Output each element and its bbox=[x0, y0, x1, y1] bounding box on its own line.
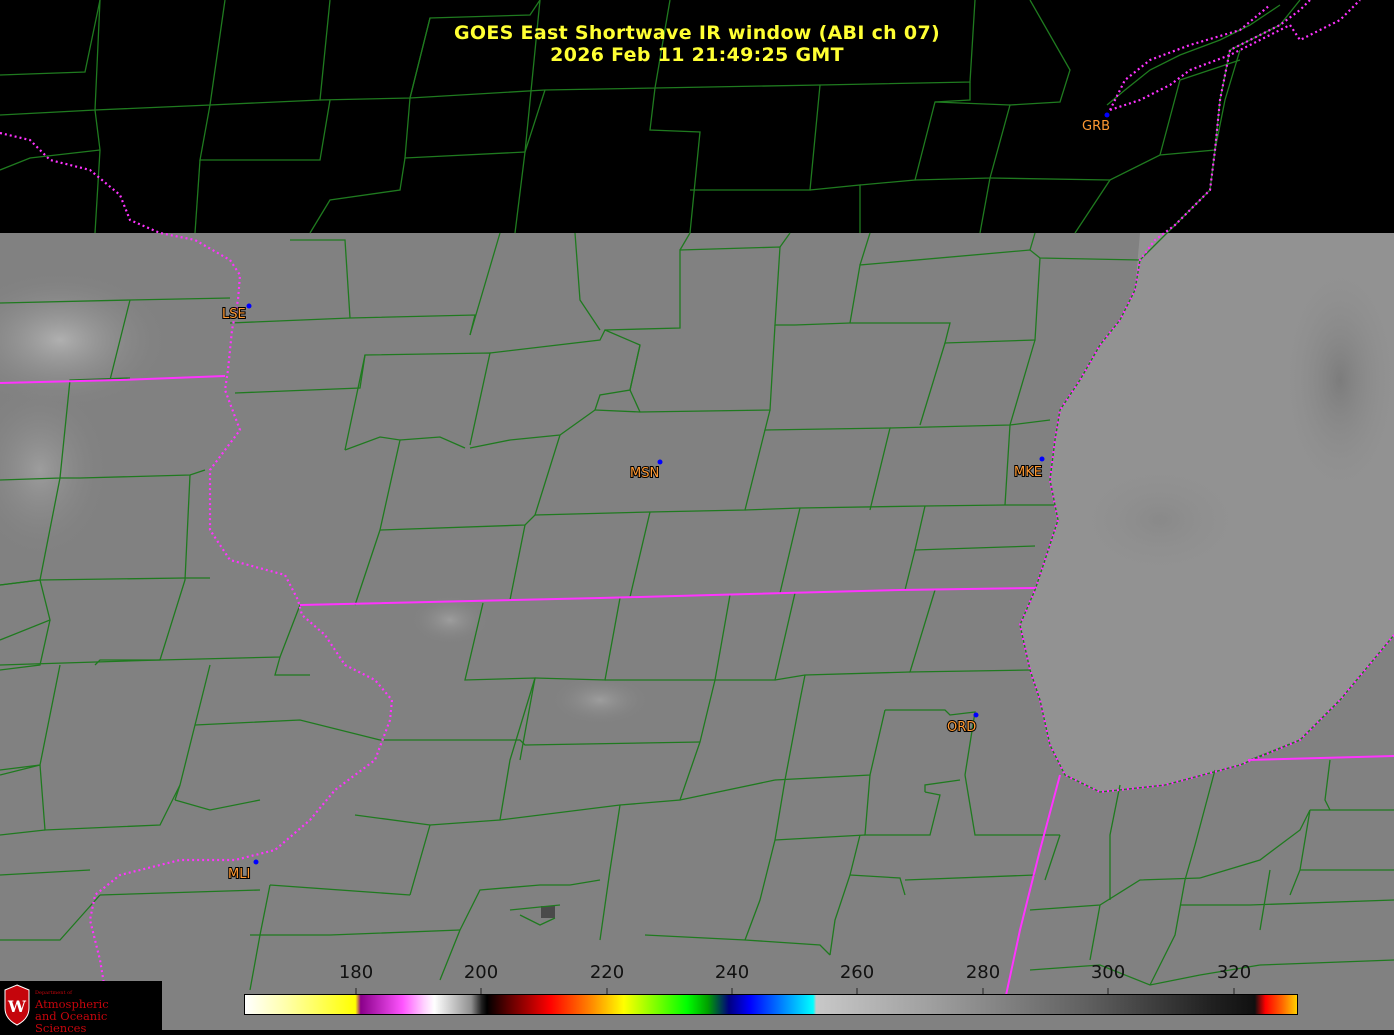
station-dot bbox=[1039, 456, 1045, 462]
station-label: GRB bbox=[1082, 119, 1110, 134]
satellite-map: GRB LSE MSN MKE ORD MLI bbox=[0, 0, 1394, 1030]
colorbar-tick-label: 300 bbox=[1090, 962, 1126, 983]
aos-logo: W Department of Atmospheric and Oceanic … bbox=[0, 981, 162, 1034]
station-label: ORD bbox=[947, 720, 976, 735]
ir-imagery bbox=[0, 233, 1394, 1030]
colorbar-tick-label: 260 bbox=[839, 962, 875, 983]
crest-letter: W bbox=[7, 997, 27, 1016]
colorbar-tick-label: 220 bbox=[589, 962, 625, 983]
colorbar-tick-label: 200 bbox=[463, 962, 499, 983]
station-dot bbox=[973, 712, 979, 718]
station-label: MKE bbox=[1014, 465, 1042, 480]
colorbar-tick-label: 280 bbox=[965, 962, 1001, 983]
station-dot bbox=[657, 459, 663, 465]
colorbar-tick-label: 240 bbox=[714, 962, 750, 983]
colorbar-tick-label: 180 bbox=[338, 962, 374, 983]
temperature-colorbar bbox=[244, 994, 1298, 1015]
uw-crest-icon: W bbox=[4, 984, 30, 1026]
station-label: MSN bbox=[630, 466, 659, 481]
logo-dept-line: Department of bbox=[35, 990, 72, 996]
cold-pixel bbox=[541, 906, 555, 918]
station-dot bbox=[246, 303, 252, 309]
logo-name-line2: and Oceanic Sciences bbox=[35, 1009, 108, 1035]
station-dot bbox=[253, 859, 259, 865]
station-dot bbox=[1104, 112, 1110, 118]
image-title: GOES East Shortwave IR window (ABI ch 07… bbox=[454, 22, 940, 44]
image-timestamp: 2026 Feb 11 21:49:25 GMT bbox=[550, 44, 844, 66]
colorbar-tick-label: 320 bbox=[1216, 962, 1252, 983]
station-label: LSE bbox=[222, 307, 246, 322]
station-label: MLI bbox=[228, 867, 250, 882]
